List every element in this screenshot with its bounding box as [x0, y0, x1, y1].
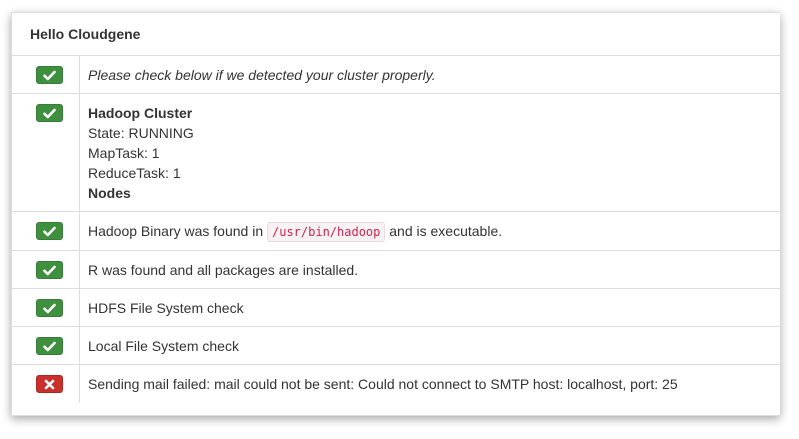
cross-icon — [44, 379, 55, 389]
panel-title: Hello Cloudgene — [12, 13, 780, 56]
success-badge — [36, 261, 63, 279]
table-row: Hadoop Binary was found in /usr/bin/hado… — [12, 211, 780, 251]
check-icon — [43, 108, 56, 118]
check-message: Sending mail failed: mail could not be s… — [88, 376, 678, 392]
table-row: Please check below if we detected your c… — [12, 56, 780, 94]
table-row: Local File System check — [12, 326, 780, 365]
check-icon — [43, 265, 56, 275]
check-icon — [43, 341, 56, 351]
success-badge — [36, 104, 63, 122]
cluster-state: State: RUNNING — [88, 125, 194, 141]
check-message: Local File System check — [88, 338, 239, 354]
check-message-suffix: and is executable. — [389, 223, 503, 239]
check-message: Hadoop Binary was found in /usr/bin/hado… — [88, 212, 772, 250]
cluster-title: Hadoop Cluster — [88, 105, 193, 121]
table-row: R was found and all packages are install… — [12, 250, 780, 289]
check-message: R was found and all packages are install… — [88, 262, 359, 278]
error-badge — [36, 375, 63, 393]
check-message: HDFS File System check — [88, 300, 244, 316]
check-icon — [43, 226, 56, 236]
check-icon — [43, 303, 56, 313]
check-icon — [43, 70, 56, 80]
success-badge — [36, 222, 63, 240]
cluster-map-task: MapTask: 1 — [88, 145, 160, 161]
success-badge — [36, 66, 63, 84]
check-message-prefix: Hadoop Binary was found in — [88, 223, 264, 239]
table-row: HDFS File System check — [12, 288, 780, 327]
cluster-check-panel: Hello Cloudgene Please check below if we… — [11, 12, 780, 416]
check-message: Please check below if we detected your c… — [88, 67, 436, 83]
cluster-reduce-task: ReduceTask: 1 — [88, 165, 181, 181]
cluster-info: Hadoop Cluster State: RUNNING MapTask: 1… — [88, 94, 772, 211]
table-row: Sending mail failed: mail could not be s… — [12, 364, 780, 403]
checks-table: Please check below if we detected your c… — [12, 56, 780, 403]
hadoop-path: /usr/bin/hadoop — [267, 222, 386, 242]
success-badge — [36, 337, 63, 355]
success-badge — [36, 299, 63, 317]
cluster-nodes-label: Nodes — [88, 185, 131, 201]
table-row: Hadoop Cluster State: RUNNING MapTask: 1… — [12, 93, 780, 212]
